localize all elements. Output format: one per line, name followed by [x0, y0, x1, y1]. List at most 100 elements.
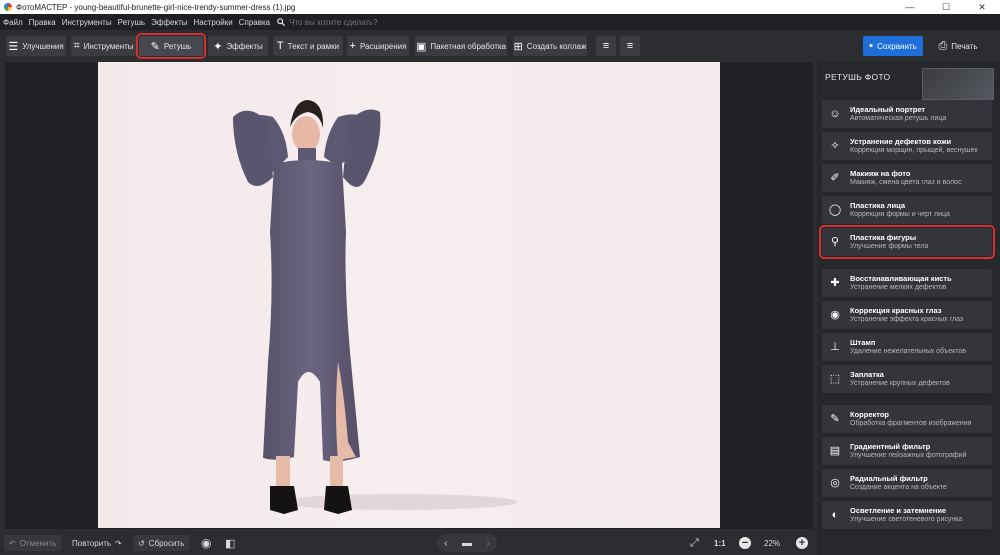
tools-tab[interactable]: ⌗ Инструменты — [71, 36, 136, 56]
zoom-in-button[interactable]: + — [796, 535, 808, 551]
maximize-button[interactable]: ☐ — [928, 0, 964, 14]
panel-item-corrector[interactable]: ✎ Корректор Обработка фрагментов изображ… — [822, 405, 992, 433]
radial-icon: ◎ — [830, 477, 840, 489]
photo-image[interactable] — [98, 62, 720, 528]
menu-effects[interactable]: Эффекты — [148, 18, 190, 27]
panel-item-radial-filter[interactable]: ◎ Радиальный фильтр Создание акцента на … — [822, 469, 992, 497]
eye-icon: ◉ — [830, 309, 840, 321]
panel-item-body-shape[interactable]: ⚲ Пластика фигуры Улучшение формы тела — [819, 225, 995, 259]
face-icon: ☺ — [829, 108, 841, 120]
history-button[interactable]: ≡ — [620, 36, 640, 56]
panel-item-patch[interactable]: ⬚ Заплатка Устранение крупных дефектов — [822, 365, 992, 393]
close-button[interactable]: ✕ — [964, 0, 1000, 14]
menu-file[interactable]: Файл — [0, 18, 26, 27]
text-frames-tab[interactable]: T Текст и рамки — [273, 36, 343, 56]
preview-eye-button[interactable]: ◉ — [201, 535, 211, 551]
print-label: Печать — [951, 41, 978, 51]
eye-icon: ◉ — [201, 536, 212, 550]
dodge-burn-icon: ◐ — [831, 509, 839, 521]
undo-label: Отменить — [19, 538, 57, 548]
panel-item-healing-brush[interactable]: ✚ Восстанавливающая кисть Устранение мел… — [822, 269, 992, 297]
search-input[interactable] — [285, 17, 400, 27]
panel-item-subtitle: Коррекция формы и черт лица — [850, 211, 950, 218]
print-button[interactable]: ⎙ Печать — [930, 36, 986, 56]
menu-tools[interactable]: Инструменты — [59, 18, 115, 27]
panel-header-image — [922, 68, 994, 100]
panel-item-title: Устранение дефектов кожи — [850, 137, 952, 146]
panel-item-dodge-burn[interactable]: ◐ Осветление и затемнение Улучшение свет… — [822, 501, 992, 529]
panel-item-subtitle: Обработка фрагментов изображения — [850, 420, 972, 427]
redo-button[interactable]: Повторить ↷ — [72, 535, 122, 551]
tools-label: Инструменты — [83, 41, 134, 51]
crop-icon: ⌗ — [73, 39, 80, 52]
panel-item-ideal-portrait[interactable]: ☺ Идеальный портрет Автоматическая ретуш… — [822, 100, 992, 128]
improvements-label: Улучшения — [22, 41, 64, 51]
fit-to-screen-button[interactable]: ⤢ — [690, 535, 699, 551]
panel-item-skin-defects[interactable]: ✧ Устранение дефектов кожи Коррекция мор… — [822, 132, 992, 160]
panel-item-subtitle: Автоматическая ретушь лица — [850, 115, 947, 122]
brush-icon: ✎ — [830, 413, 840, 425]
next-image-button[interactable]: › — [486, 538, 489, 549]
menu-settings[interactable]: Настройки — [190, 18, 235, 27]
list-settings-icon: ≡ — [602, 40, 610, 52]
compare-split-button[interactable]: ◧ — [225, 535, 235, 551]
extensions-tab[interactable]: + Расширения — [347, 36, 409, 56]
search-icon — [277, 18, 286, 26]
prev-image-button[interactable]: ‹ — [444, 538, 447, 549]
menu-bar: Файл Правка Инструменты Ретушь Эффекты Н… — [0, 14, 1000, 30]
panel-item-title: Осветление и затемнение — [850, 506, 947, 515]
retouch-tab[interactable]: ✎ Ретушь — [136, 33, 206, 59]
panel-item-title: Восстанавливающая кисть — [850, 274, 952, 283]
menu-edit[interactable]: Правка — [26, 18, 59, 27]
reset-button[interactable]: ↺ Сбросить — [133, 535, 190, 551]
fit-screen-icon: ⤢ — [690, 536, 699, 549]
effects-tab[interactable]: ✦ Эффекты — [208, 36, 268, 56]
save-label: Сохранить — [877, 41, 917, 51]
undo-button[interactable]: ↶ Отменить — [4, 535, 62, 551]
batch-label: Пакетная обработка — [430, 41, 507, 51]
panel-item-title: Градиентный фильтр — [850, 442, 931, 451]
compare-button[interactable]: ≡ — [596, 36, 616, 56]
body-shape-icon: ⚲ — [830, 236, 840, 248]
zoom-out-button[interactable]: − — [739, 535, 751, 551]
panel-item-subtitle: Создание акцента на объекте — [850, 484, 947, 491]
panel-item-subtitle: Устранение мелких дефектов — [850, 284, 947, 291]
panel-item-face-shape[interactable]: ◯ Пластика лица Коррекция формы и черт л… — [822, 196, 992, 224]
minimize-button[interactable]: — — [892, 0, 928, 14]
save-button[interactable]: ▪ Сохранить — [863, 36, 923, 56]
list-info-icon: ≡ — [626, 40, 634, 52]
panel-item-stamp[interactable]: ⊥ Штамп Удаление нежелательных объектов — [822, 333, 992, 361]
folder-icon[interactable]: ▬ — [462, 538, 472, 549]
zoom-level: 22% — [764, 535, 780, 551]
app-logo-icon — [4, 3, 12, 11]
panel-item-red-eye[interactable]: ◉ Коррекция красных глаз Устранение эффе… — [822, 301, 992, 329]
minus-icon: − — [739, 537, 751, 549]
panel-title: РЕТУШЬ ФОТО — [825, 72, 891, 82]
panel-item-subtitle: Макияж, смена цвета глаз и волос — [850, 179, 962, 186]
panel-item-subtitle: Устранение эффекта красных глаз — [850, 316, 964, 323]
menu-retouch[interactable]: Ретушь — [115, 18, 149, 27]
create-collage-button[interactable]: ⊞ Создать коллаж — [513, 36, 587, 56]
panel-item-title: Радиальный фильтр — [850, 474, 928, 483]
batch-processing-button[interactable]: ▣ Пакетная обработка — [415, 36, 507, 56]
skin-icon: ✧ — [830, 140, 840, 152]
menu-help[interactable]: Справка — [236, 18, 273, 27]
panel-item-subtitle: Улучшение формы тела — [850, 243, 929, 250]
improvements-tab[interactable]: ☰ Улучшения — [6, 36, 66, 56]
sliders-icon: ☰ — [8, 40, 19, 53]
gradient-icon: ▤ — [829, 445, 841, 457]
window-title: ФотоМАСТЕР - young-beautiful-brunette-gi… — [16, 2, 296, 12]
actual-size-button[interactable]: 1:1 — [714, 535, 726, 551]
printer-icon: ⎙ — [938, 39, 948, 52]
grid-icon: ⊞ — [513, 40, 523, 53]
stamp-icon: ⊥ — [830, 341, 840, 353]
panel-item-title: Пластика лица — [850, 201, 906, 210]
panel-item-title: Заплатка — [850, 370, 884, 379]
zoom-value: 22% — [764, 538, 781, 548]
woman-in-dress-photo — [233, 100, 518, 514]
split-view-icon: ◧ — [225, 537, 236, 550]
text-icon: T — [276, 40, 284, 52]
makeup-icon: ✐ — [830, 172, 840, 184]
panel-item-gradient-filter[interactable]: ▤ Градиентный фильтр Улучшение пейзажных… — [822, 437, 992, 465]
panel-item-makeup[interactable]: ✐ Макияж на фото Макияж, смена цвета гла… — [822, 164, 992, 192]
